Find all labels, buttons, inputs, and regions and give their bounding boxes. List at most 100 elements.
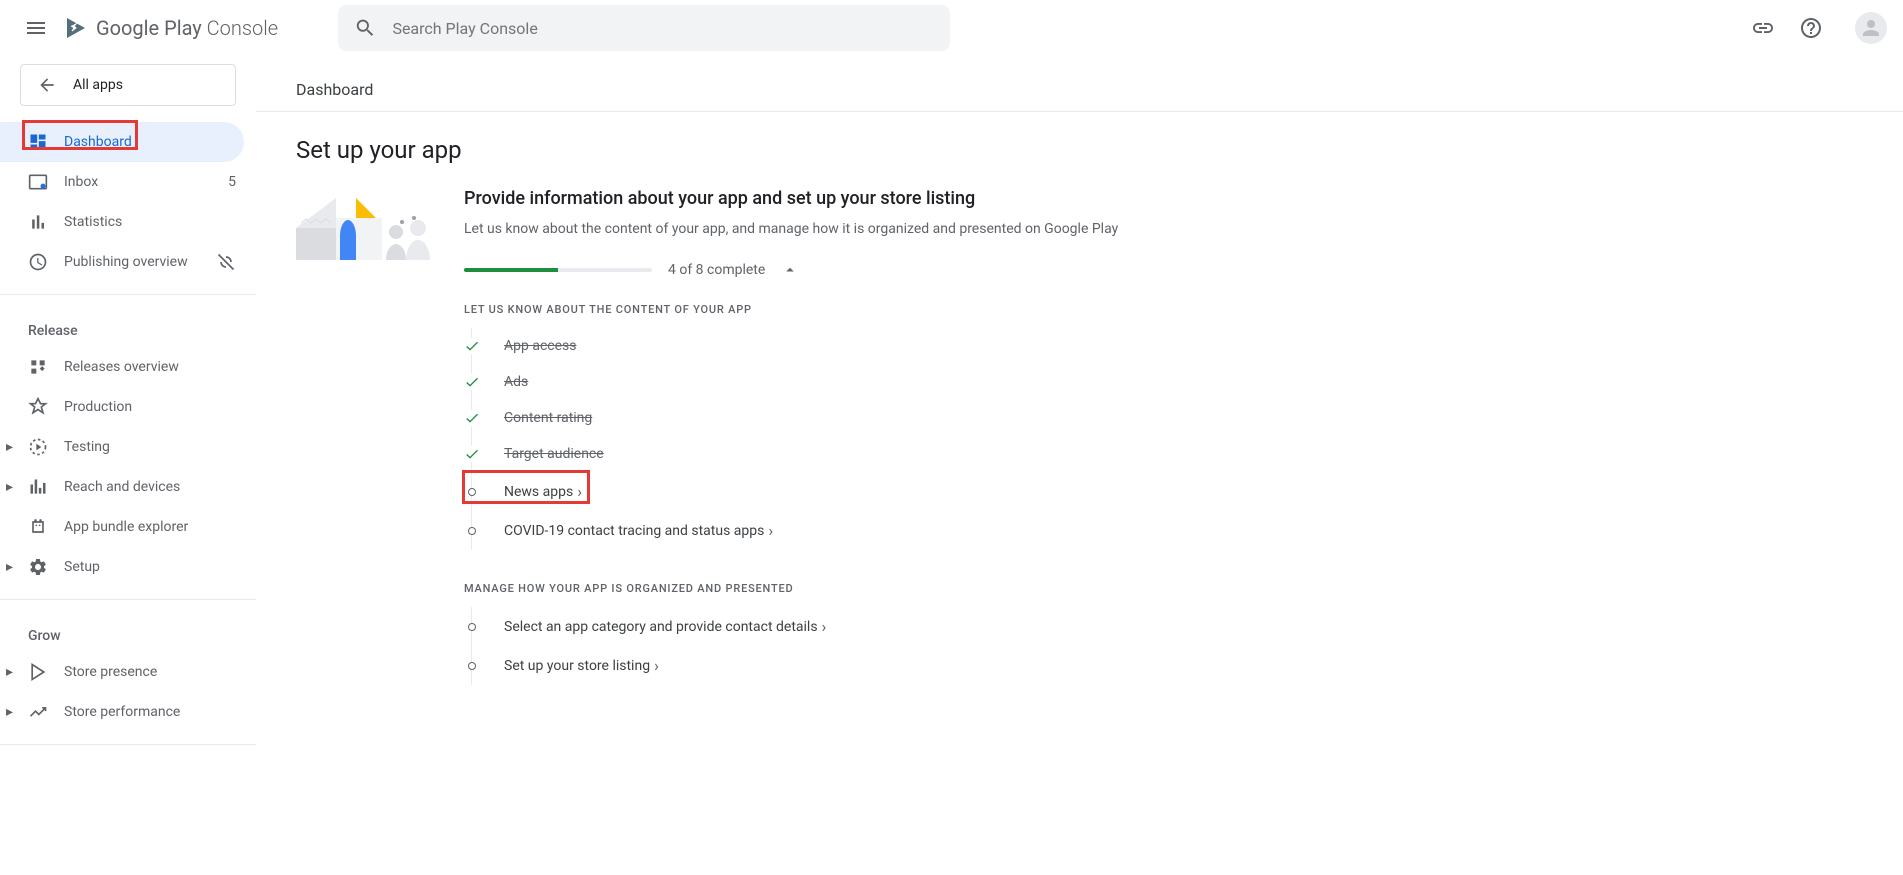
presence-icon [28,662,48,682]
sidebar-item-label: Dashboard [64,134,132,150]
logo-text: Google Play Console [96,16,278,40]
managed-off-icon [216,252,236,272]
sidebar-item-label: Releases overview [64,359,179,375]
task-news-apps[interactable]: News apps› [464,472,1863,511]
sidebar-item-label: Inbox [64,174,98,190]
all-apps-label: All apps [73,77,123,93]
task-label: COVID-19 contact tracing and status apps… [504,521,773,540]
sidebar-item-label: Reach and devices [64,479,180,495]
help-icon-button[interactable] [1791,8,1831,48]
task-label: Target audience [504,446,604,462]
testing-icon [28,437,48,457]
bundle-icon [28,517,48,537]
expand-icon: ▸ [6,664,13,680]
subsection-manage-header: MANAGE HOW YOUR APP IS ORGANIZED AND PRE… [464,582,1863,595]
check-icon [464,338,480,354]
sidebar-item-label: Publishing overview [64,254,188,270]
check-icon [464,410,480,426]
sidebar-item-label: Store performance [64,704,180,720]
expand-icon: ▸ [6,704,13,720]
task-app-access[interactable]: App access [464,328,1863,364]
sidebar-item-app-bundle[interactable]: App bundle explorer [0,507,256,547]
setup-icon [28,557,48,577]
expand-icon: ▸ [6,479,13,495]
task-category-contact[interactable]: Select an app category and provide conta… [464,607,1863,646]
expand-icon: ▸ [6,439,13,455]
sidebar-item-statistics[interactable]: Statistics [0,202,256,242]
circle-icon [464,523,480,539]
task-content-rating[interactable]: Content rating [464,400,1863,436]
sidebar-item-reach-devices[interactable]: ▸ Reach and devices [0,467,256,507]
avatar-button[interactable] [1855,12,1887,44]
logo[interactable]: Google Play Console [64,16,278,40]
sidebar-item-setup[interactable]: ▸ Setup [0,547,256,587]
section-header-release: Release [0,307,256,347]
sidebar-item-publishing-overview[interactable]: Publishing overview [0,242,256,282]
inbox-icon [28,172,48,192]
task-label: Ads [504,374,528,390]
task-list-content: App access Ads Content rating Target aud… [464,328,1863,550]
sidebar-item-testing[interactable]: ▸ Testing [0,427,256,467]
progress-bar [464,268,652,272]
chevron-right-icon: › [577,482,582,501]
setup-illustration [296,188,440,685]
sidebar-item-production[interactable]: Production [0,387,256,427]
section-header-grow: Grow [0,612,256,652]
sidebar-item-label: Testing [64,439,110,455]
play-logo-icon [64,16,88,40]
subsection-content-header: LET US KNOW ABOUT THE CONTENT OF YOUR AP… [464,303,1863,316]
header: Google Play Console [0,0,1903,56]
header-actions [1743,8,1887,48]
task-label: Set up your store listing› [504,656,659,675]
sidebar-item-inbox[interactable]: Inbox 5 [0,162,256,202]
sidebar-item-label: Setup [64,559,100,575]
task-label: Select an app category and provide conta… [504,617,826,636]
chevron-right-icon: › [822,617,827,636]
expand-icon: ▸ [6,559,13,575]
back-arrow-icon [37,75,57,95]
sidebar-item-label: App bundle explorer [64,519,188,535]
all-apps-button[interactable]: All apps [20,64,236,106]
page-heading: Set up your app [296,112,1863,188]
main-content: Dashboard Set up your app [256,56,1903,765]
statistics-icon [28,212,48,232]
check-icon [464,374,480,390]
inbox-badge: 5 [228,174,236,190]
performance-icon [28,702,48,722]
devices-icon [28,477,48,497]
sidebar-item-label: Statistics [64,214,122,230]
circle-icon [464,484,480,500]
publishing-icon [28,252,48,272]
task-label: News apps› [504,482,582,501]
setup-description: Let us know about the content of your ap… [464,221,1863,237]
task-label: App access [504,338,576,354]
sidebar-item-dashboard[interactable]: Dashboard [0,122,244,162]
sidebar: All apps Dashboard Inbox 5 Statistics Pu… [0,56,256,765]
sidebar-item-store-presence[interactable]: ▸ Store presence [0,652,256,692]
task-label: Content rating [504,410,592,426]
search-icon [354,16,376,40]
search-box[interactable] [338,5,950,51]
setup-title: Provide information about your app and s… [464,188,1863,209]
breadcrumb: Dashboard [296,56,1863,111]
check-icon [464,446,480,462]
sidebar-item-label: Production [64,399,132,415]
sidebar-item-releases-overview[interactable]: Releases overview [0,347,256,387]
production-icon [28,397,48,417]
task-covid-apps[interactable]: COVID-19 contact tracing and status apps… [464,511,1863,550]
search-input[interactable] [392,19,934,38]
circle-icon [464,658,480,674]
circle-icon [464,619,480,635]
task-list-manage: Select an app category and provide conta… [464,607,1863,685]
link-icon-button[interactable] [1743,8,1783,48]
collapse-icon[interactable] [781,261,799,279]
task-target-audience[interactable]: Target audience [464,436,1863,472]
releases-icon [28,357,48,377]
chevron-right-icon: › [654,656,659,675]
hamburger-menu-button[interactable] [16,8,56,48]
chevron-right-icon: › [768,521,773,540]
task-ads[interactable]: Ads [464,364,1863,400]
task-store-listing[interactable]: Set up your store listing› [464,646,1863,685]
sidebar-item-store-performance[interactable]: ▸ Store performance [0,692,256,732]
dashboard-icon [28,132,48,152]
